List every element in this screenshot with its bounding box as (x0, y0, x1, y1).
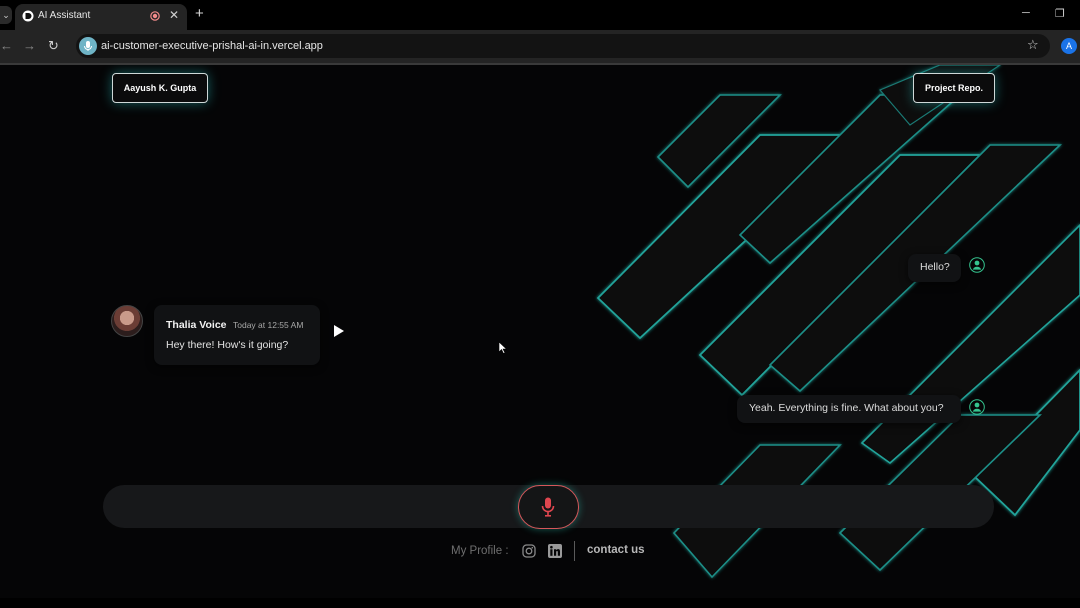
close-icon[interactable]: ✕ (169, 8, 179, 22)
project-repo-button[interactable]: Project Repo. (913, 73, 995, 103)
minimize-icon[interactable]: ─ (1022, 7, 1030, 19)
author-button[interactable]: Aayush K. Gupta (112, 73, 208, 103)
address-bar[interactable]: ai-customer-executive-prishal-ai-in.verc… (76, 34, 1050, 58)
tab-title: AI Assistant (38, 10, 91, 21)
browser-tab-bar: ⌄ AI Assistant ✕ + ─ ❐ (0, 0, 1080, 30)
record-icon (150, 11, 160, 21)
assistant-message-bubble: Thalia Voice Today at 12:55 AM Hey there… (154, 305, 320, 365)
user-avatar-icon (969, 399, 985, 415)
forward-arrow-icon[interactable]: → (23, 39, 36, 53)
contact-us-link[interactable]: contact us (587, 544, 645, 556)
user-message-bubble: Yeah. Everything is fine. What about you… (737, 395, 961, 423)
instagram-icon[interactable] (522, 544, 536, 558)
mic-button[interactable] (518, 485, 579, 529)
footer-divider (574, 541, 575, 561)
page-content: Aayush K. Gupta Project Repo. Hello? Tha… (0, 65, 1080, 598)
linkedin-icon[interactable] (548, 544, 562, 558)
user-message-bubble: Hello? (908, 254, 961, 282)
restore-icon[interactable]: ❐ (1055, 7, 1065, 20)
assistant-name: Thalia Voice (166, 319, 227, 331)
url-text: ai-customer-executive-prishal-ai-in.verc… (101, 40, 323, 52)
page-bottom-edge (0, 598, 1080, 608)
star-icon[interactable]: ☆ (1027, 37, 1039, 53)
user-avatar-icon (969, 257, 985, 273)
back-arrow-icon[interactable]: ← (0, 39, 13, 53)
profile-label: My Profile : (451, 545, 509, 557)
microphone-icon (541, 497, 555, 517)
message-timestamp: Today at 12:55 AM (233, 320, 304, 330)
app-favicon-icon (22, 10, 34, 22)
site-mic-icon (84, 41, 92, 51)
user-message-text: Yeah. Everything is fine. What about you… (749, 402, 944, 414)
browser-tab[interactable]: AI Assistant ✕ (15, 4, 187, 30)
site-info-icon[interactable] (79, 37, 97, 55)
reload-icon[interactable]: ↻ (48, 39, 59, 53)
user-message-text: Hello? (920, 261, 950, 273)
profile-avatar[interactable]: A (1061, 38, 1077, 54)
tab-search-icon[interactable]: ⌄ (0, 6, 12, 24)
mouse-cursor-icon (499, 342, 507, 354)
plus-icon[interactable]: + (195, 6, 204, 22)
play-icon[interactable] (333, 324, 345, 338)
assistant-avatar (111, 305, 143, 337)
browser-toolbar: ← → ↻ ai-customer-executive-prishal-ai-i… (0, 30, 1080, 65)
assistant-message-text: Hey there! How's it going? (166, 339, 289, 351)
